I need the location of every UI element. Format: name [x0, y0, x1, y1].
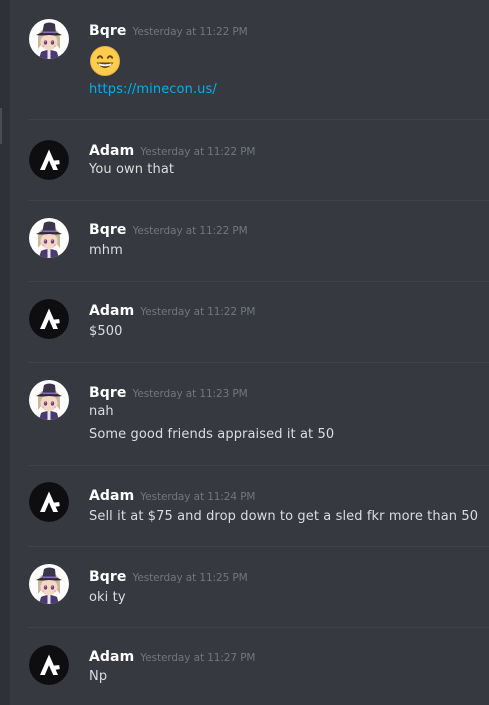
timestamp: Yesterday at 11:22 PM: [132, 26, 248, 38]
scroll-marker: [0, 108, 2, 144]
message-divider: [28, 281, 489, 282]
adam-avatar-icon[interactable]: [29, 482, 69, 522]
message-header: Adam Yesterday at 11:24 PM: [89, 485, 255, 504]
timestamp: Yesterday at 11:24 PM: [140, 491, 256, 503]
message-header: Bqre Yesterday at 11:23 PM: [89, 382, 248, 401]
adam-avatar-icon[interactable]: [29, 299, 69, 339]
message-list: Bqre Yesterday at 11:22 PM https://minecon…: [10, 0, 489, 705]
message-header: Bqre Yesterday at 11:25 PM: [89, 566, 248, 585]
message-divider: [28, 119, 489, 120]
username[interactable]: Bqre: [89, 222, 127, 238]
message-text: https://minecon.us/: [89, 82, 217, 97]
username[interactable]: Adam: [89, 649, 134, 665]
bqre-avatar-icon[interactable]: [29, 218, 69, 258]
timestamp: Yesterday at 11:23 PM: [132, 388, 248, 400]
message-divider: [28, 546, 489, 547]
message-header: Bqre Yesterday at 11:22 PM: [89, 219, 248, 238]
left-scroll-gutter: [0, 0, 10, 705]
chat-message: Bqre Yesterday at 11:22 PM https://minecon…: [10, 0, 489, 119]
message-text: nah: [89, 404, 114, 419]
message-divider: [28, 465, 489, 466]
bqre-avatar-icon[interactable]: [29, 380, 69, 420]
message-divider: [28, 200, 489, 201]
chat-message: Adam Yesterday at 11:24 PM Sell it at $75 …: [10, 465, 489, 546]
timestamp: Yesterday at 11:27 PM: [140, 652, 256, 664]
username[interactable]: Adam: [89, 143, 134, 159]
adam-avatar-icon[interactable]: [29, 645, 69, 685]
message-header: Adam Yesterday at 11:22 PM: [89, 140, 255, 159]
chat-message: Bqre Yesterday at 11:22 PM mhm: [10, 200, 489, 281]
message-text: oki ty: [89, 590, 126, 605]
message-text: Np: [89, 669, 108, 684]
message-header: Bqre Yesterday at 11:22 PM: [89, 20, 248, 39]
timestamp: Yesterday at 11:22 PM: [140, 146, 256, 158]
message-header: Adam Yesterday at 11:22 PM: [89, 300, 255, 319]
bqre-avatar-icon[interactable]: [29, 19, 69, 59]
timestamp: Yesterday at 11:22 PM: [140, 306, 256, 318]
username[interactable]: Bqre: [89, 569, 127, 585]
message-header: Adam Yesterday at 11:27 PM: [89, 646, 255, 665]
chat-message: Bqre Yesterday at 11:25 PM oki ty: [10, 546, 489, 627]
message-divider: [28, 362, 489, 363]
message-text: $500: [89, 324, 123, 339]
chat-message: Adam Yesterday at 11:22 PM $500: [10, 281, 489, 362]
message-text: Some good friends appraised it at 50: [89, 427, 335, 442]
message-text: You own that: [89, 162, 175, 177]
message-text: mhm: [89, 243, 123, 258]
timestamp: Yesterday at 11:25 PM: [132, 572, 248, 584]
username[interactable]: Bqre: [89, 385, 127, 401]
message-text: Sell it at $75 and drop down to get a sl…: [89, 509, 479, 524]
message-link[interactable]: https://minecon.us/: [89, 82, 217, 97]
bqre-avatar-icon[interactable]: [29, 564, 69, 604]
chat-message: Adam Yesterday at 11:22 PM You own that: [10, 119, 489, 200]
chat-message: Adam Yesterday at 11:27 PM Np: [10, 627, 489, 705]
username[interactable]: Adam: [89, 303, 134, 319]
username[interactable]: Adam: [89, 488, 134, 504]
chat-message: Bqre Yesterday at 11:23 PM nah Some good fr…: [10, 362, 489, 465]
adam-avatar-icon[interactable]: [29, 140, 69, 180]
timestamp: Yesterday at 11:22 PM: [132, 225, 248, 237]
username[interactable]: Bqre: [89, 23, 127, 39]
grinning-face-icon: [89, 45, 121, 77]
message-divider: [28, 627, 489, 628]
